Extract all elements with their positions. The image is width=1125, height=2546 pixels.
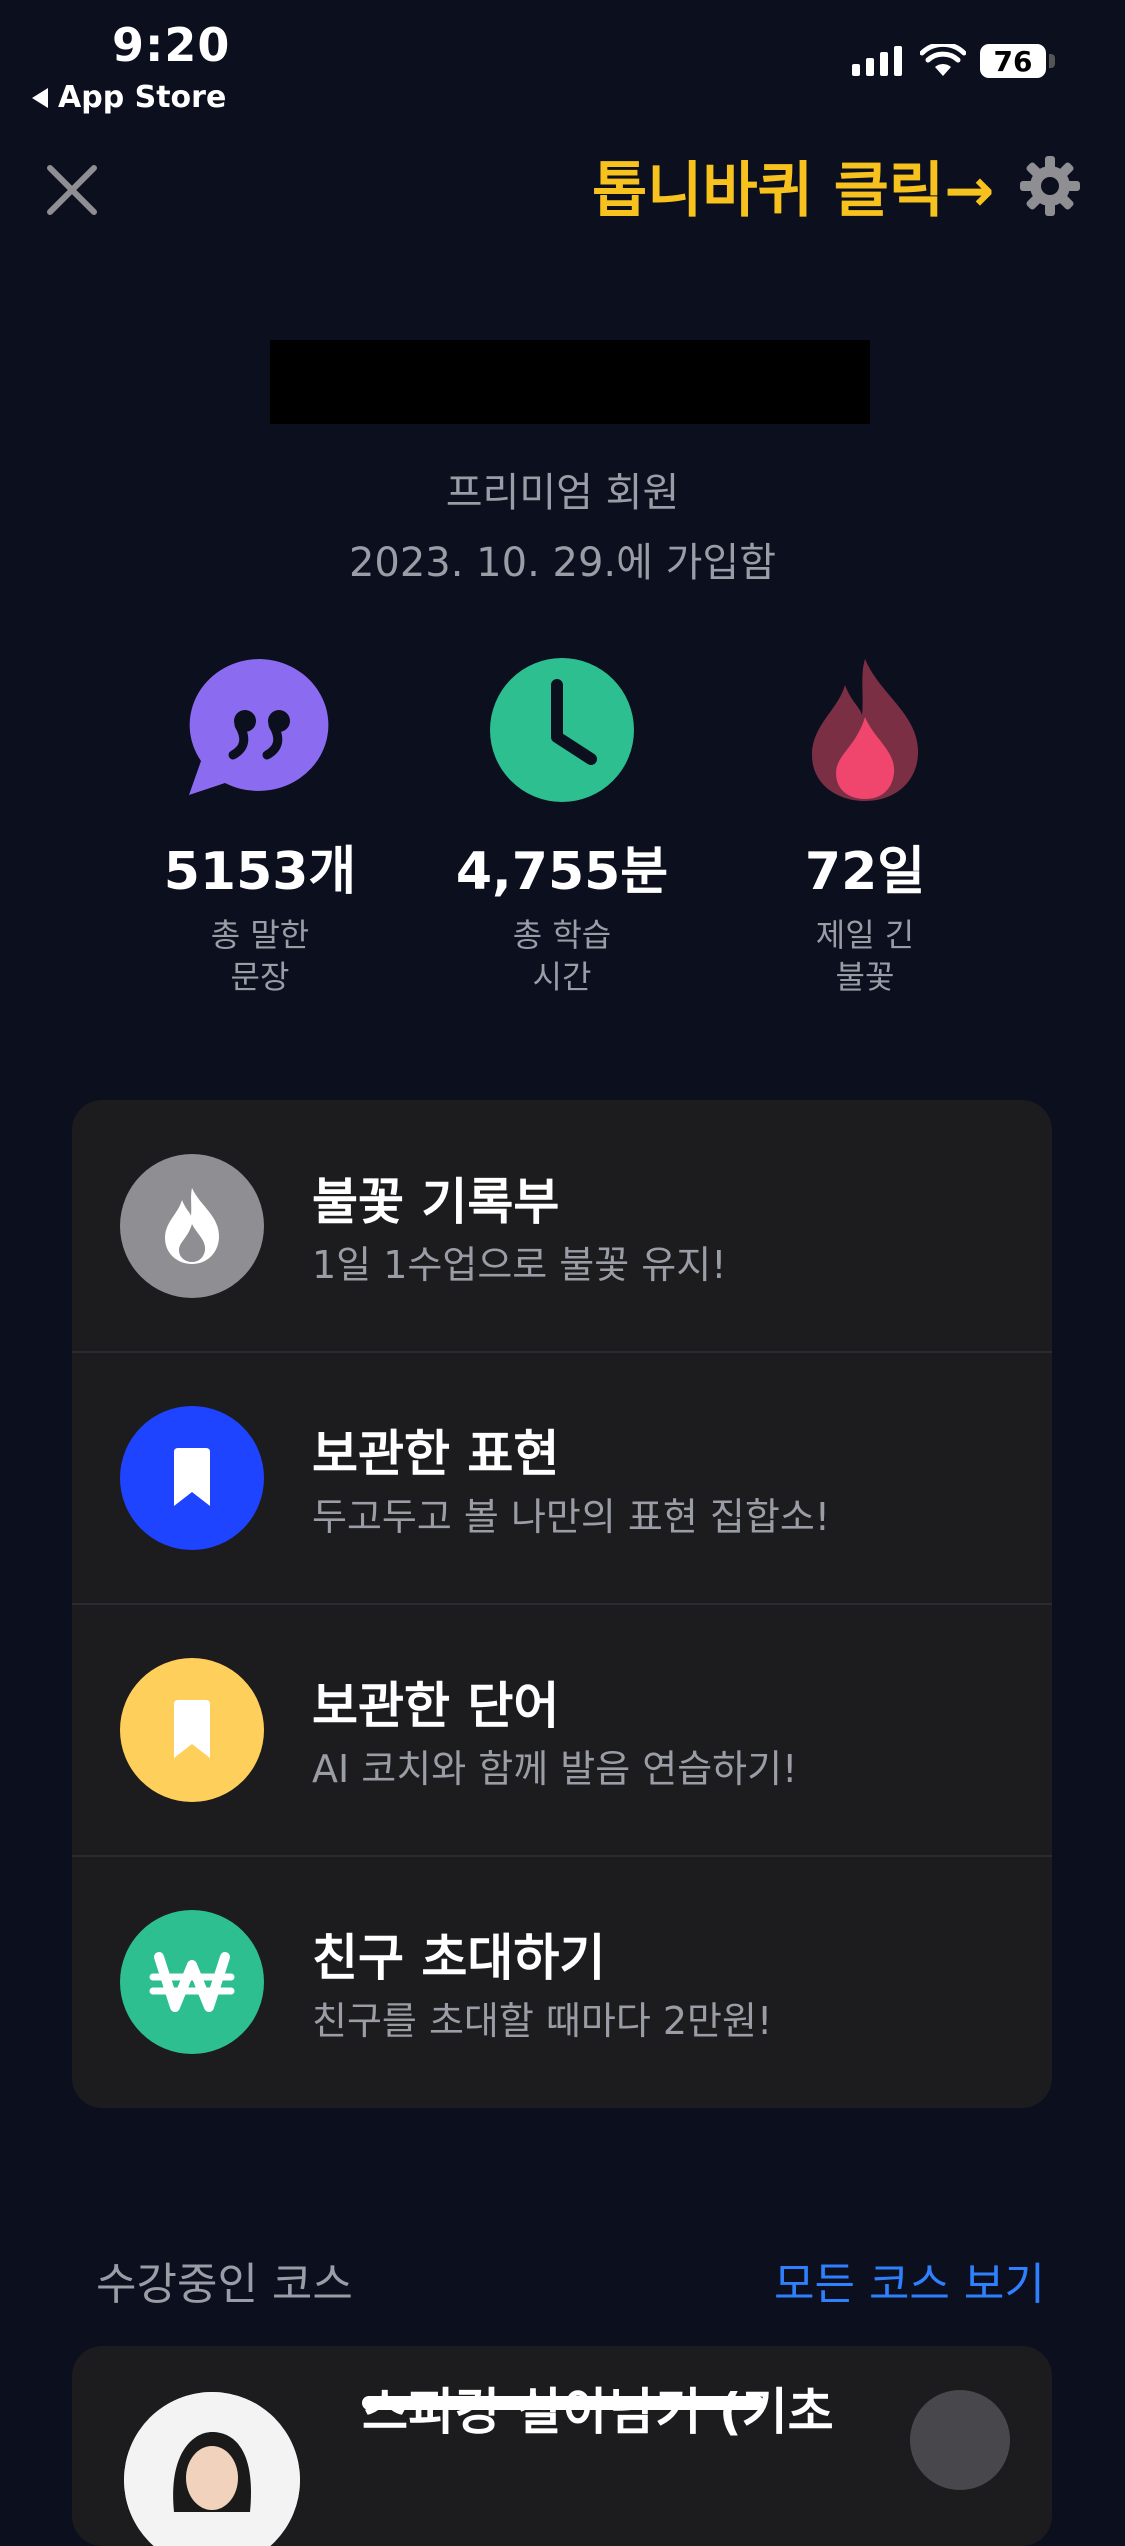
instructor-avatar — [124, 2392, 300, 2546]
status-time: 9:20 — [112, 18, 231, 72]
menu-item-subtitle: 친구를 초대할 때마다 2만원! — [312, 1999, 773, 2043]
menu-item-saved-words[interactable]: 보관한 단어 AI 코치와 함께 발음 연습하기! — [72, 1604, 1052, 1856]
back-to-app-store[interactable]: App Store — [32, 80, 226, 115]
stat-label: 총 학습 시간 — [512, 916, 612, 996]
bookmark-icon — [120, 1406, 264, 1550]
joined-date: 2023. 10. 29.에 가입함 — [348, 540, 777, 586]
membership-label: 프리미엄 회원 — [445, 470, 680, 516]
gear-icon[interactable] — [1018, 154, 1082, 218]
back-app-label: App Store — [58, 80, 227, 115]
menu-item-title: 보관한 단어 — [312, 1677, 560, 1735]
bookmark-icon — [120, 1658, 264, 1802]
flame-icon — [812, 659, 919, 801]
menu-item-streak-log[interactable]: 불꽃 기록부 1일 1수업으로 불꽃 유지! — [72, 1100, 1052, 1352]
menu-item-subtitle: AI 코치와 함께 발음 연습하기! — [312, 1747, 798, 1791]
stat-value: 5153개 — [163, 842, 357, 902]
course-card[interactable]: 스피킹 살아남기 (기초 — [72, 2346, 1052, 2546]
clock-icon — [490, 658, 634, 802]
stat-value: 72일 — [804, 842, 926, 902]
home-indicator — [362, 2396, 764, 2410]
redacted-profile-name — [270, 340, 870, 424]
menu-item-saved-expressions[interactable]: 보관한 표현 두고두고 볼 나만의 표현 집합소! — [72, 1352, 1052, 1604]
stat-study-time: 4,755분 총 학습 시간 — [432, 655, 692, 998]
stat-label: 제일 긴 불꽃 — [815, 916, 915, 996]
menu-item-invite-friends[interactable]: 친구 초대하기 친구를 초대할 때마다 2만원! — [72, 1856, 1052, 2108]
course-check-icon[interactable] — [910, 2390, 1010, 2490]
close-icon[interactable] — [40, 158, 104, 222]
stat-label: 총 말한 문장 — [210, 916, 310, 996]
menu-item-title: 불꽃 기록부 — [312, 1173, 560, 1231]
back-arrow-icon — [32, 87, 48, 108]
battery-tip — [1049, 54, 1055, 68]
courses-section-label: 수강중인 코스 — [96, 2259, 353, 2310]
menu-item-title: 친구 초대하기 — [312, 1929, 606, 1987]
quote-bubble-icon — [189, 658, 329, 795]
wifi-icon — [920, 44, 966, 76]
menu-card: 불꽃 기록부 1일 1수업으로 불꽃 유지! 보관한 표현 두고두고 볼 나만의… — [72, 1100, 1052, 2108]
stat-sentences: 5153개 총 말한 문장 — [130, 655, 390, 998]
cellular-signal-icon — [852, 46, 902, 76]
stat-value: 4,755분 — [455, 842, 669, 902]
annotation-text: 톱니바퀴 클릭→ — [592, 156, 995, 226]
view-all-courses-link[interactable]: 모든 코스 보기 — [774, 2248, 1045, 2312]
menu-item-subtitle: 1일 1수업으로 불꽃 유지! — [312, 1243, 727, 1287]
won-icon — [120, 1910, 264, 2054]
flame-icon — [120, 1154, 264, 1298]
menu-item-subtitle: 두고두고 볼 나만의 표현 집합소! — [312, 1495, 831, 1539]
battery-indicator: 76 — [980, 44, 1046, 78]
menu-item-title: 보관한 표현 — [312, 1425, 560, 1483]
stat-longest-streak: 72일 제일 긴 불꽃 — [735, 655, 995, 998]
